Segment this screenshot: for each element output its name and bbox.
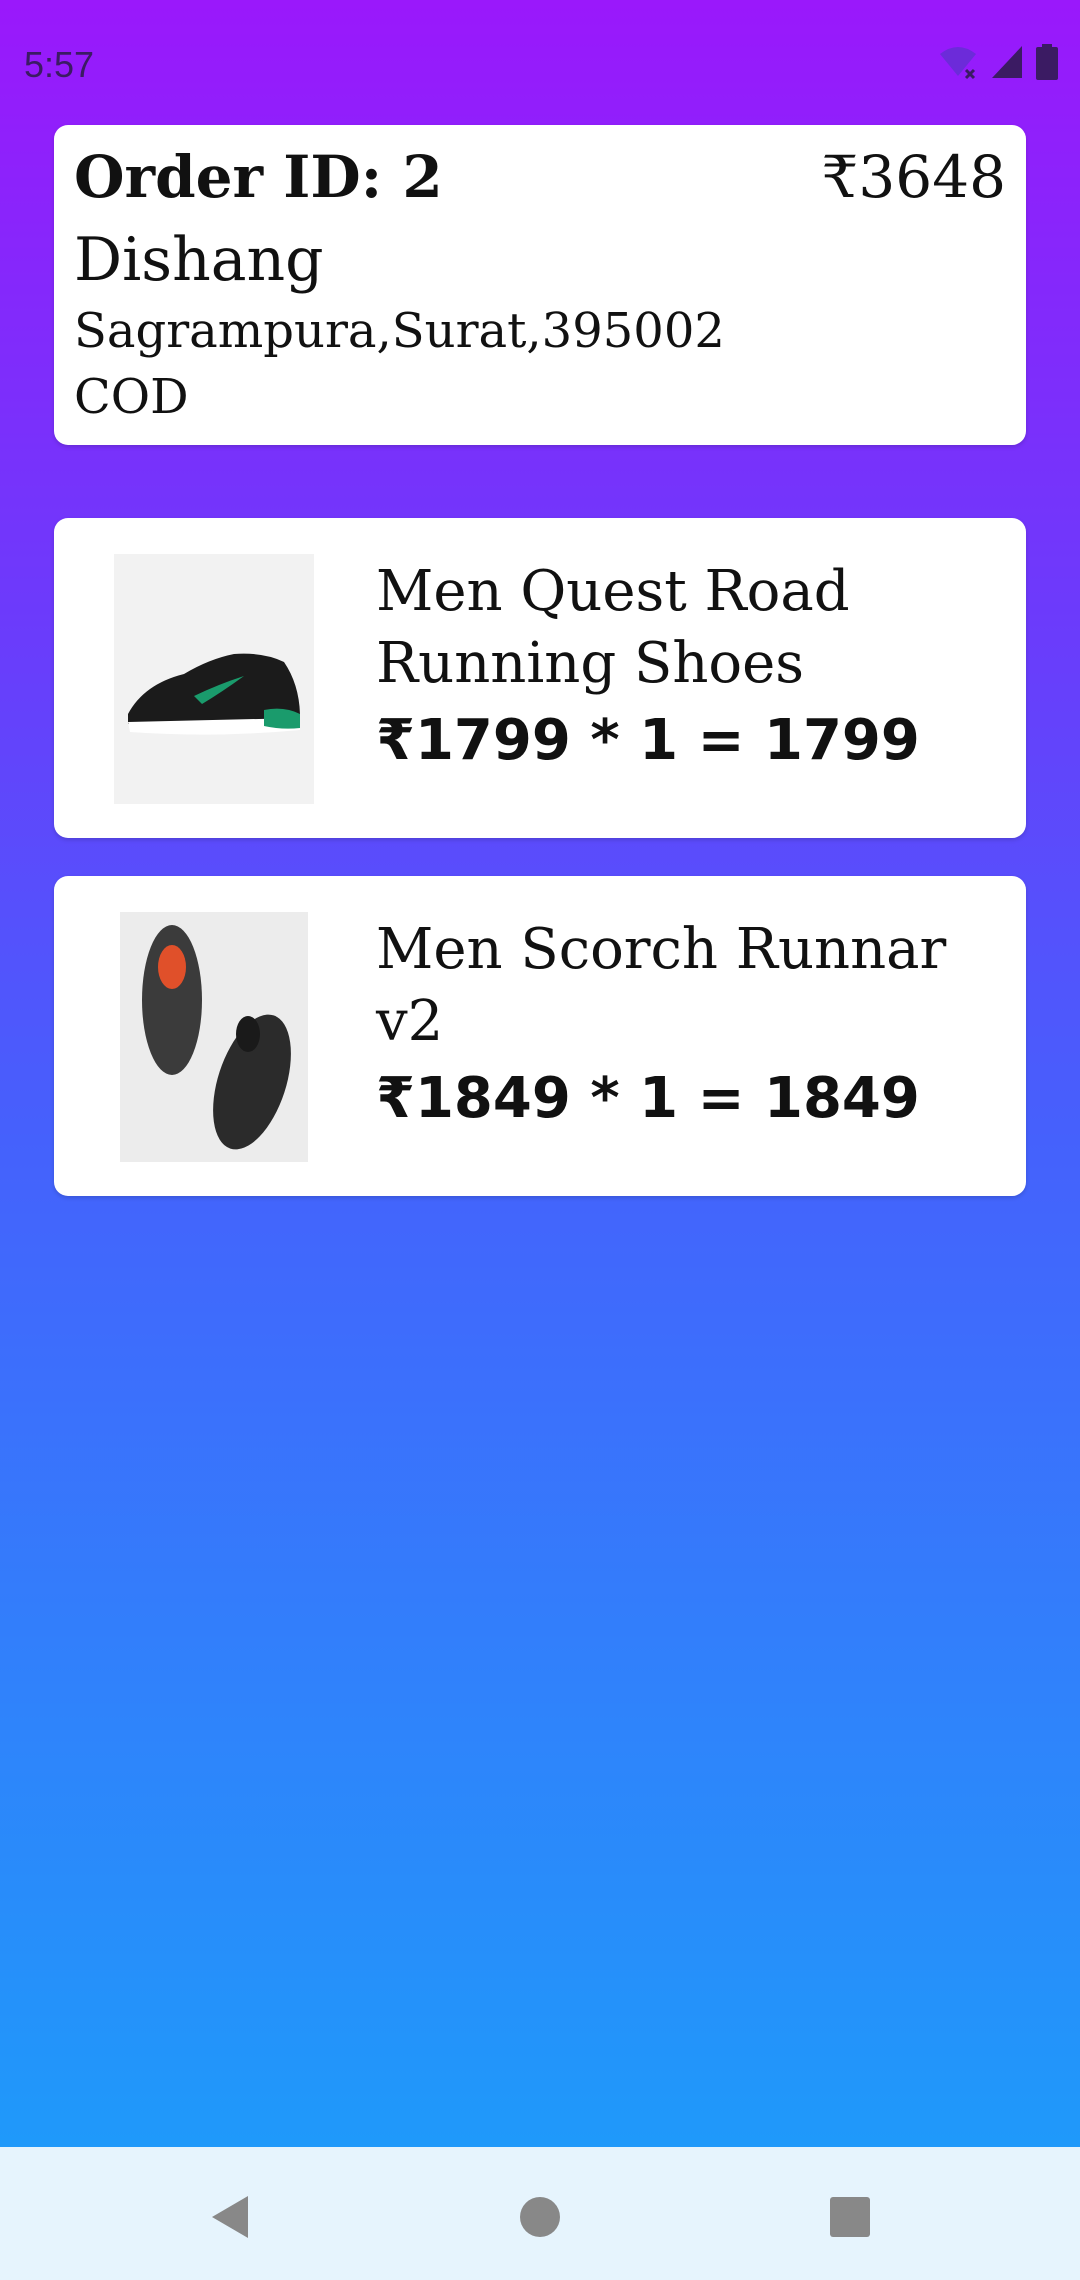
battery-icon <box>1036 44 1058 80</box>
wifi-off-icon <box>940 47 976 80</box>
item-name: Men Quest Road Running Shoes <box>376 559 850 696</box>
back-button[interactable] <box>200 2187 260 2247</box>
recent-apps-icon <box>830 2197 870 2237</box>
navigation-bar <box>0 2147 1080 2280</box>
order-total: ₹3648 <box>821 143 1006 211</box>
customer-name: Dishang <box>74 225 324 295</box>
item-name: Men Scorch Runnar v2 <box>376 917 947 1054</box>
status-bar: 5:57 <box>0 0 1080 125</box>
recent-apps-button[interactable] <box>820 2187 880 2247</box>
home-button[interactable] <box>510 2187 570 2247</box>
home-icon <box>520 2197 560 2237</box>
status-icons <box>938 44 1058 80</box>
pair-of-grey-shoes-image <box>120 912 308 1162</box>
order-item-card[interactable]: Men Quest Road Running Shoes ₹1799 * 1 =… <box>54 518 1026 838</box>
item-price-line: ₹1799 * 1 = 1799 <box>376 708 920 773</box>
order-id: Order ID: 2 <box>74 143 443 211</box>
payment-method: COD <box>74 369 189 425</box>
item-price-line: ₹1849 * 1 = 1849 <box>376 1066 920 1131</box>
cellular-signal-icon <box>992 46 1022 78</box>
order-item-card[interactable]: Men Scorch Runnar v2 ₹1849 * 1 = 1849 <box>54 876 1026 1196</box>
status-time: 5:57 <box>24 44 95 85</box>
back-icon <box>212 2196 248 2238</box>
order-summary-card: Order ID: 2 ₹3648 Dishang Sagrampura,Sur… <box>54 125 1026 445</box>
black-running-shoe-image <box>114 554 314 804</box>
shipping-address: Sagrampura,Surat,395002 <box>74 303 725 359</box>
